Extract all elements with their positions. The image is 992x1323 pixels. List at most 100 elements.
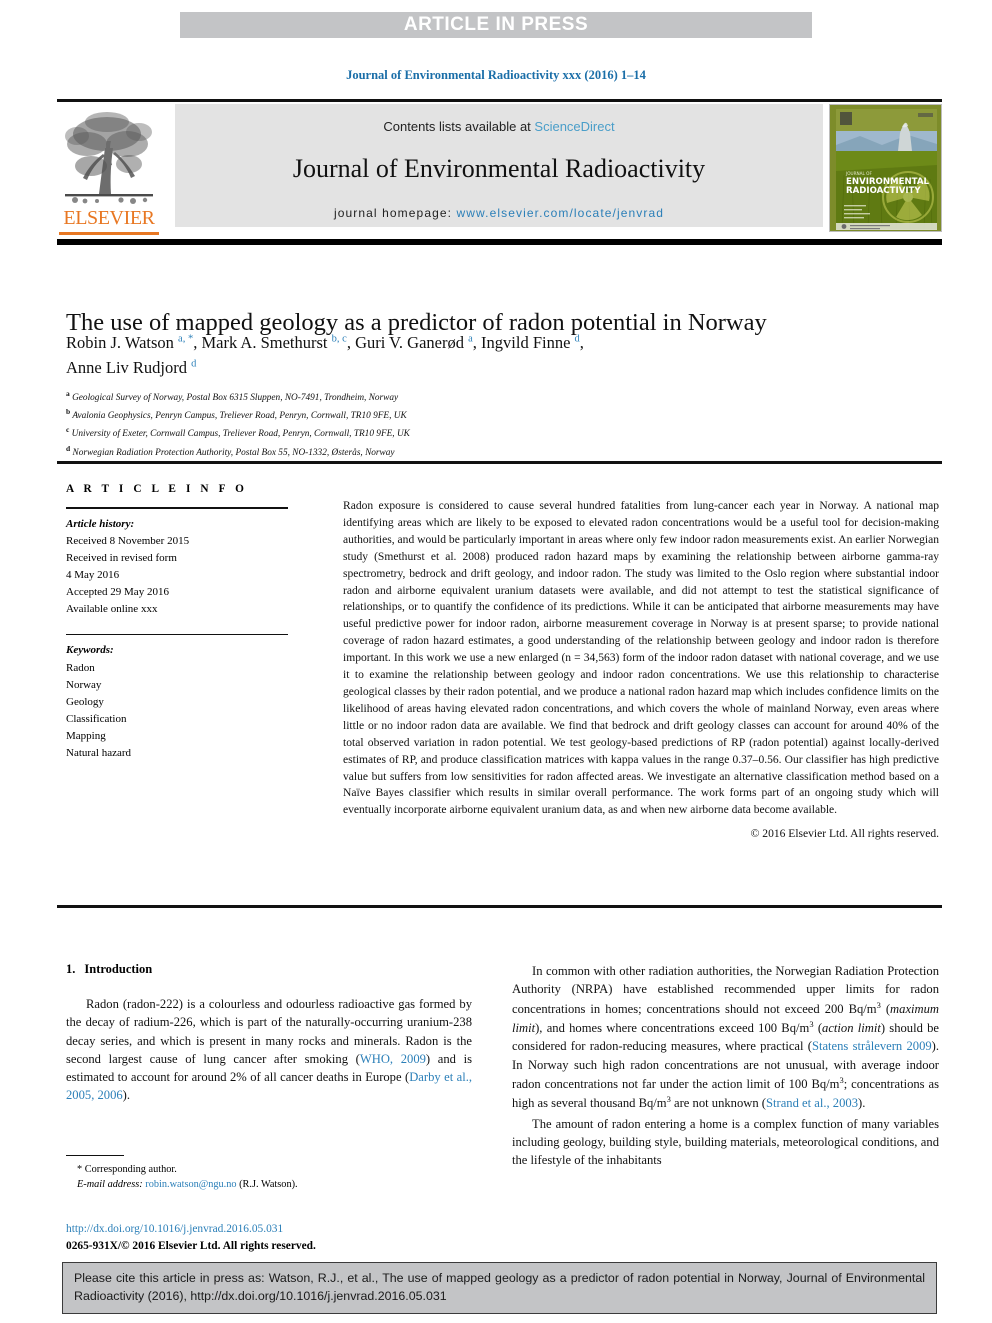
journal-cover-thumbnail[interactable]: JOURNAL OF ENVIRONMENTAL RADIOACTIVITY [829,104,942,232]
emphasis-term: action limit [822,1021,881,1036]
svg-text:JOURNAL OF: JOURNAL OF [845,171,872,176]
article-info-divider [66,507,288,509]
masthead-bottom-rule [57,239,942,245]
author-name: Guri V. Ganerød [355,333,469,352]
keyword-item: Mapping [66,729,106,742]
corresponding-author-line: * Corresponding author. [66,1162,472,1177]
elsevier-logo[interactable]: ELSEVIER [57,104,161,235]
section-number: 1. [66,962,76,976]
abstract-body: Radon exposure is considered to cause se… [343,500,939,817]
text-run: The amount of radon entering a home is a… [512,1116,939,1168]
authors-rendered: Robin J. Watson a, *, Mark A. Smethurst … [66,333,584,377]
article-history-item: Received 8 November 2015 [66,534,190,547]
article-in-press-banner: ARTICLE IN PRESS [180,12,812,38]
elsevier-tree-icon [65,112,153,204]
body-column-left: 1. Introduction Radon (radon-222) is a co… [66,962,472,1107]
keyword-item: Norway [66,678,102,691]
abstract-bottom-rule [57,905,942,908]
doi-link[interactable]: http://dx.doi.org/10.1016/j.jenvrad.2016… [66,1221,566,1238]
affiliation-item: a Geological Survey of Norway, Postal Bo… [66,389,399,404]
text-run: ( [813,1021,823,1036]
citation-link[interactable]: Strand et al., 2003 [766,1097,858,1111]
affiliation-item: b Avalonia Geophysics, Penryn Campus, Tr… [66,407,407,422]
email-line: E-mail address: robin.watson@ngu.no (R.J… [66,1177,472,1192]
elsevier-orange-rule [59,232,159,235]
article-history-item: Accepted 29 May 2016 [66,585,169,598]
affiliation-mark: a [66,389,70,398]
abstract-copyright: © 2016 Elsevier Ltd. All rights reserved… [750,828,939,841]
abstract-top-rule [57,461,942,464]
affiliation-item: c University of Exeter, Cornwall Campus,… [66,425,410,440]
journal-cover-image: JOURNAL OF ENVIRONMENTAL RADIOACTIVITY [830,105,941,231]
text-run: In common with other radiation authoriti… [512,964,939,1016]
keyword-item: Classification [66,712,127,725]
article-in-press-label: ARTICLE IN PRESS [403,14,589,35]
article-history-item: 4 May 2016 [66,568,120,581]
elsevier-wordmark: ELSEVIER [63,207,155,229]
author-name: Mark A. Smethurst [201,333,332,352]
author-name: Ingvild Finne [481,333,575,352]
section-title: Introduction [84,962,153,976]
please-cite-text: Please cite this article in press as: Wa… [74,1271,925,1303]
keyword-lines: Radon Norway Geology Classification Mapping N… [66,660,324,762]
keywords-divider [66,633,288,636]
contents-lists-prefix: Contents lists available at [383,119,535,134]
text-run: ). [858,1096,866,1111]
intro-paragraph-left: Radon (radon-222) is a colourless and od… [66,995,472,1105]
article-info-column: A R T I C L E I N F O Article history: R… [66,483,324,762]
email-label: E-mail address: [77,1179,143,1191]
author-name: Robin J. Watson [66,333,179,352]
affiliation-mark: c [66,425,70,435]
article-info-heading: A R T I C L E I N F O [66,483,248,495]
journal-title: Journal of Environmental Radioactivity [292,154,706,183]
footnote-rule [66,1155,124,1157]
affiliation-list: a Geological Survey of Norway, Postal Bo… [66,388,766,461]
journal-running-head: Journal of Environmental Radioactivity x… [346,68,646,82]
author-affiliation-mark: b, c [331,333,347,345]
affiliation-mark: b [66,407,71,417]
journal-banner: Contents lists available at ScienceDirec… [175,104,823,227]
author-affiliation-mark: a [468,333,473,345]
doi-block: http://dx.doi.org/10.1016/j.jenvrad.2016… [66,1221,566,1254]
citation-link[interactable]: WHO, 2009 [360,1052,426,1066]
corresponding-author-footnote: * Corresponding author. E-mail address: … [66,1162,472,1193]
author-affiliation-mark: d [574,333,580,345]
email-owner: (R.J. Watson). [239,1179,298,1191]
citation-link[interactable]: Statens strålevern 2009 [812,1039,932,1053]
abstract-text-block: Radon exposure is considered to cause se… [343,498,939,843]
author-list: Robin J. Watson a, *, Mark A. Smethurst … [66,331,766,381]
journal-masthead: ELSEVIER Contents lists available at Sci… [57,104,942,235]
svg-text:RADIOACTIVITY: RADIOACTIVITY [846,186,921,196]
keyword-item: Natural hazard [66,746,132,759]
journal-homepage-line: journal homepage: www.elsevier.com/locat… [175,206,823,220]
article-history-item: Received in revised form [66,551,177,564]
corresponding-author-text: Corresponding author. [84,1164,177,1175]
section-heading-introduction: 1. Introduction [66,962,472,977]
sciencedirect-link[interactable]: ScienceDirect [534,119,614,134]
issn-copyright-line: 0265-931X/© 2016 Elsevier Ltd. All right… [66,1239,316,1252]
text-run: ( [880,1001,891,1016]
article-history-label: Article history: [66,517,135,530]
article-history-lines: Received 8 November 2015 Received in revi… [66,533,324,618]
affiliation-item: d Norwegian Radiation Protection Authori… [66,443,395,458]
text-run: are not unknown ( [670,1096,766,1111]
corresponding-author-marker: * [77,1164,83,1175]
keyword-item: Radon [66,661,95,674]
keyword-item: Geology [66,695,104,708]
please-cite-box: Please cite this article in press as: Wa… [62,1262,937,1314]
author-affiliation-mark: d [191,358,197,370]
masthead-top-rule [57,99,942,102]
homepage-url-link[interactable]: www.elsevier.com/locate/jenvrad [457,206,665,220]
keywords-label: Keywords: [66,644,114,657]
body-column-right: In common with other radiation authoriti… [512,962,939,1172]
text-run: ). [122,1088,131,1103]
email-link[interactable]: robin.watson@ngu.no [145,1179,236,1190]
author-name: Anne Liv Rudjord [66,357,192,377]
homepage-label: journal homepage: [333,206,457,220]
article-history-item: Available online xxx [66,602,158,615]
affiliation-mark: d [66,443,71,453]
intro-paragraph-right-1: In common with other radiation authoriti… [512,962,939,1113]
intro-paragraph-right-2: The amount of radon entering a home is a… [512,1115,939,1170]
text-run: ), and homes where concentrations exceed… [535,1021,810,1036]
contents-lists-line: Contents lists available at ScienceDirec… [175,119,823,134]
